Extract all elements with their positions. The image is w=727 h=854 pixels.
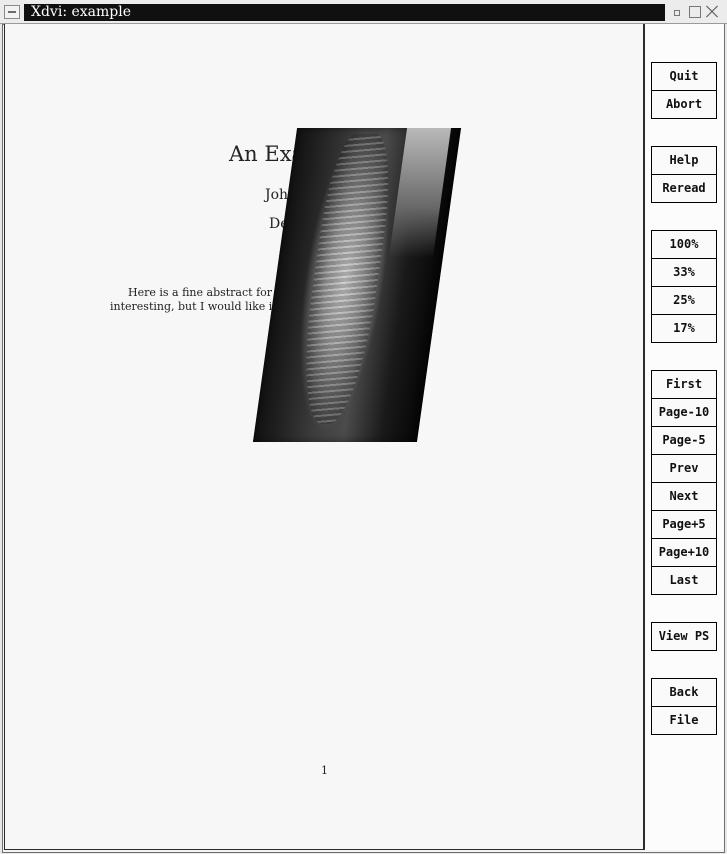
reread-button[interactable]: Reread	[651, 174, 717, 203]
last-page-button[interactable]: Last	[651, 566, 717, 595]
embedded-grayscale-image	[252, 128, 462, 442]
page-minus-10-button[interactable]: Page-10	[651, 398, 717, 427]
window-menu-button[interactable]	[4, 5, 20, 19]
maximize-button[interactable]	[689, 6, 701, 18]
close-button[interactable]	[706, 6, 718, 18]
zoom-33-button[interactable]: 33%	[651, 258, 717, 287]
minimize-button[interactable]	[671, 6, 683, 18]
page-plus-10-button[interactable]: Page+10	[651, 538, 717, 567]
zoom-17-button[interactable]: 17%	[651, 314, 717, 343]
document-page[interactable]: An Exampl John Q. Decem Here is a fine a…	[4, 24, 644, 850]
back-button[interactable]: Back	[651, 678, 717, 707]
view-ps-button[interactable]: View PS	[651, 622, 717, 651]
page-plus-5-button[interactable]: Page+5	[651, 510, 717, 539]
abort-button[interactable]: Abort	[651, 90, 717, 119]
next-page-button[interactable]: Next	[651, 482, 717, 511]
zoom-25-button[interactable]: 25%	[651, 286, 717, 315]
first-page-button[interactable]: First	[651, 370, 717, 399]
window-title: Xdvi: example	[24, 4, 665, 21]
page-number: 1	[321, 764, 328, 777]
page-minus-5-button[interactable]: Page-5	[651, 426, 717, 455]
title-bar: Xdvi: example	[0, 0, 727, 24]
quit-button[interactable]: Quit	[651, 62, 717, 91]
prev-page-button[interactable]: Prev	[651, 454, 717, 483]
help-button[interactable]: Help	[651, 146, 717, 175]
file-button[interactable]: File	[651, 706, 717, 735]
zoom-100-button[interactable]: 100%	[651, 230, 717, 259]
